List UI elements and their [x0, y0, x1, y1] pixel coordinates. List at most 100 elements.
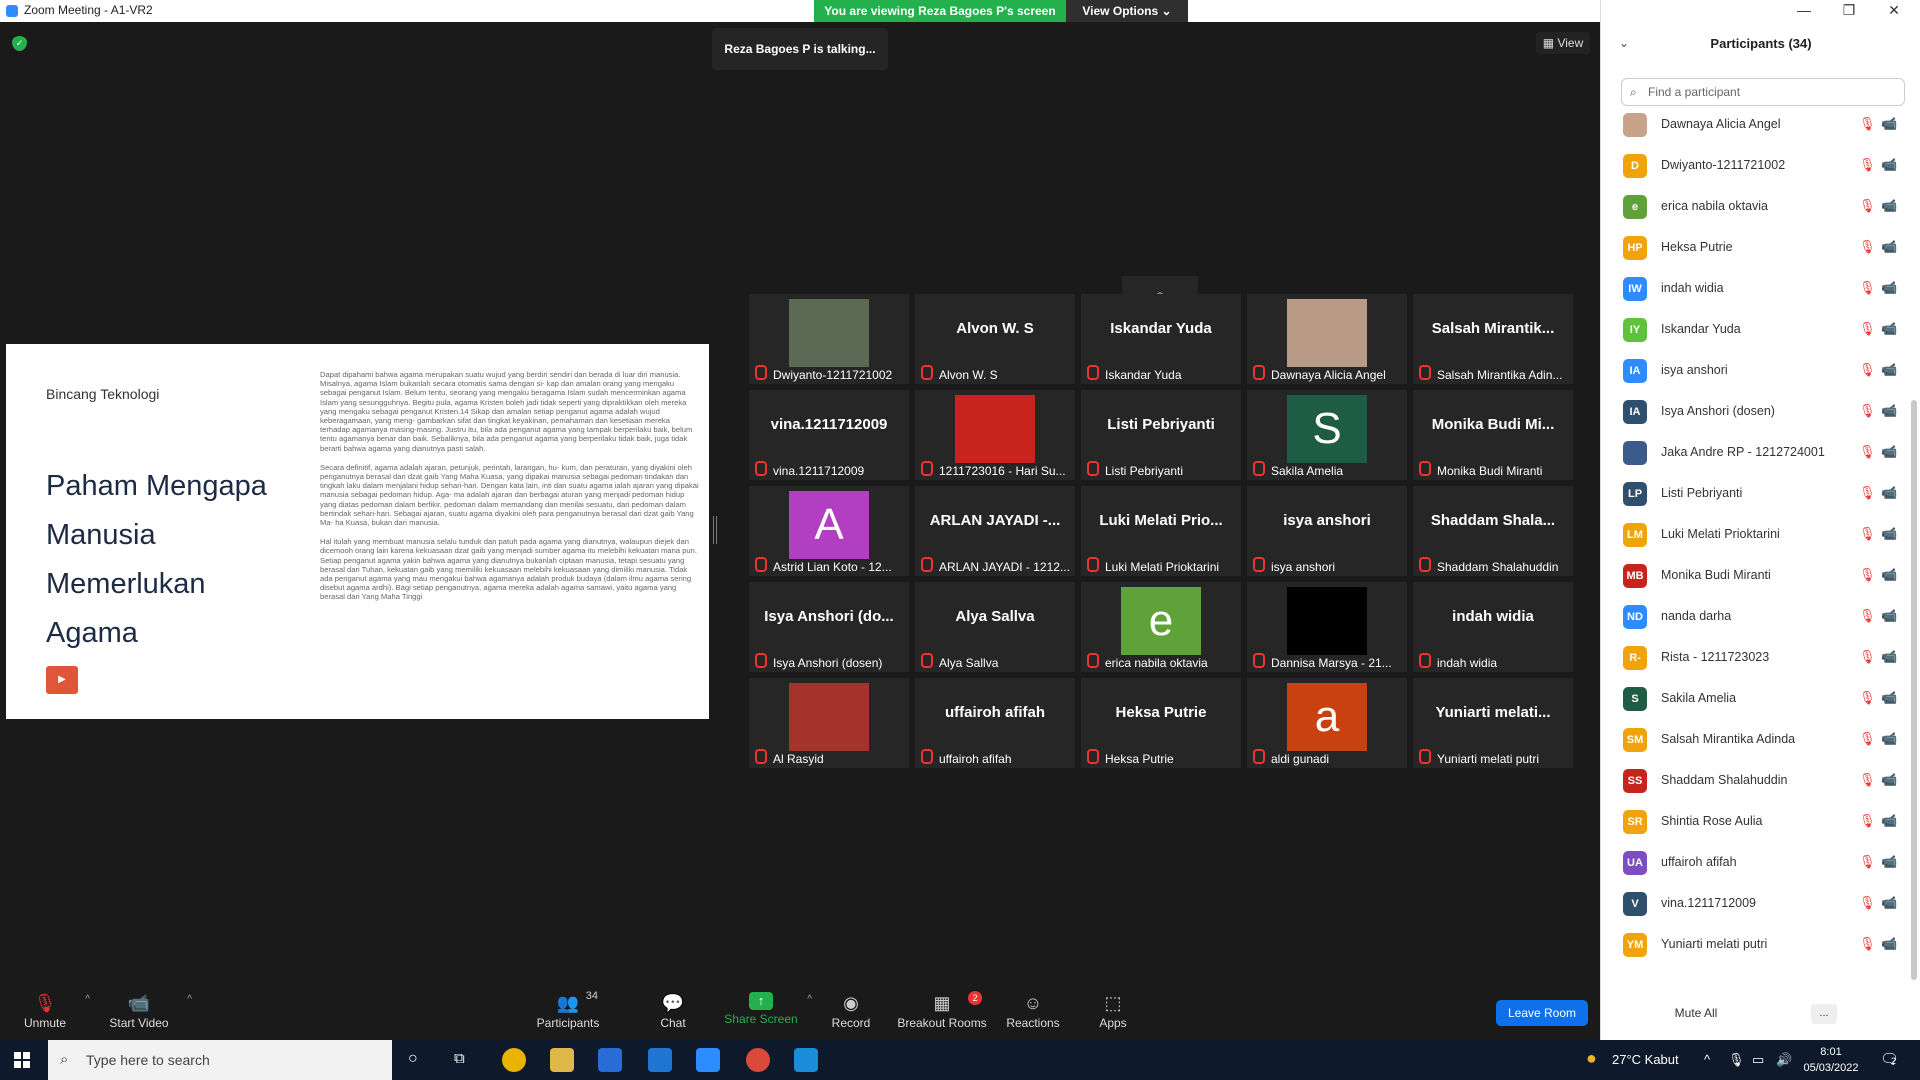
participant-row[interactable]: LP Listi Pebriyanti 🎙 📹: [1601, 473, 1907, 514]
video-tile[interactable]: Heksa Putrie Heksa Putrie: [1081, 678, 1241, 768]
audio-options-caret-icon[interactable]: ^: [85, 994, 90, 1005]
video-tile[interactable]: Salsah Mirantik... Salsah Mirantika Adin.…: [1413, 294, 1573, 384]
tile-name-label: Shaddam Shalahuddin: [1419, 557, 1569, 574]
teamviewer-icon[interactable]: [794, 1048, 818, 1072]
video-tile[interactable]: e erica nabila oktavia: [1081, 582, 1241, 672]
security-shield-icon[interactable]: ✓: [12, 36, 27, 51]
participant-row[interactable]: e erica nabila oktavia 🎙 📹: [1601, 186, 1907, 227]
share-screen-button[interactable]: ↑ Share Screen ^: [724, 986, 812, 1040]
video-tile[interactable]: ARLAN JAYADI -... ARLAN JAYADI - 1212...: [915, 486, 1075, 576]
participant-row[interactable]: SS Shaddam Shalahuddin 🎙 📹: [1601, 760, 1907, 801]
participant-row[interactable]: IW indah widia 🎙 📹: [1601, 268, 1907, 309]
split-view-handle[interactable]: [713, 516, 717, 544]
close-icon[interactable]: ✕: [1879, 2, 1909, 19]
unmute-button[interactable]: 🎙 Unmute ^: [14, 986, 90, 1040]
chrome-icon[interactable]: [502, 1048, 526, 1072]
video-tile[interactable]: Dwiyanto-1211721002: [749, 294, 909, 384]
video-tile[interactable]: Dawnaya Alicia Angel: [1247, 294, 1407, 384]
chat-button[interactable]: 💬 Chat: [650, 986, 696, 1040]
video-tile[interactable]: Dannisa Marsya - 21...: [1247, 582, 1407, 672]
participant-row[interactable]: D Dwiyanto-1211721002 🎙 📹: [1601, 145, 1907, 186]
video-tile[interactable]: A Astrid Lian Koto - 12...: [749, 486, 909, 576]
video-options-caret-icon[interactable]: ^: [187, 994, 192, 1005]
video-tile[interactable]: a aldi gunadi: [1247, 678, 1407, 768]
network-icon[interactable]: ▭: [1752, 1052, 1764, 1068]
participant-row[interactable]: UA uffairoh afifah 🎙 📹: [1601, 842, 1907, 883]
reactions-button[interactable]: ☺ Reactions: [1004, 986, 1062, 1040]
video-tile[interactable]: S Sakila Amelia: [1247, 390, 1407, 480]
participant-row[interactable]: Dawnaya Alicia Angel 🎙 📹: [1601, 104, 1907, 145]
breakout-rooms-button[interactable]: ▦ 2 Breakout Rooms: [896, 986, 988, 1040]
video-tile[interactable]: Yuniarti melati... Yuniarti melati putri: [1413, 678, 1573, 768]
video-tile[interactable]: uffairoh afifah uffairoh afifah: [915, 678, 1075, 768]
file-explorer-icon[interactable]: [550, 1048, 574, 1072]
store-icon[interactable]: [598, 1048, 622, 1072]
participants-title: Participants (34): [1710, 36, 1812, 51]
video-tile[interactable]: Alya Sallva Alya Sallva: [915, 582, 1075, 672]
tray-chevron-icon[interactable]: ^: [1704, 1052, 1710, 1067]
participant-row[interactable]: ND nanda darha 🎙 📹: [1601, 596, 1907, 637]
participant-row[interactable]: Vvina.1211712009 🎙 📹: [1601, 883, 1907, 924]
participant-row[interactable]: IY Iskandar Yuda 🎙 📹: [1601, 309, 1907, 350]
video-tile[interactable]: Al Rasyid: [749, 678, 909, 768]
zoom-taskbar-icon[interactable]: [696, 1048, 720, 1072]
participant-search-input[interactable]: ⌕ Find a participant: [1621, 78, 1905, 106]
view-options-button[interactable]: View Options ⌄: [1066, 0, 1188, 22]
participant-row[interactable]: LM Luki Melati Prioktarini 🎙 📹: [1601, 514, 1907, 555]
restore-icon[interactable]: ❐: [1834, 2, 1864, 19]
video-tile[interactable]: indah widia indah widia: [1413, 582, 1573, 672]
participant-row[interactable]: IA Isya Anshori (dosen) 🎙 📹: [1601, 391, 1907, 432]
video-tile[interactable]: Luki Melati Prio... Luki Melati Prioktari…: [1081, 486, 1241, 576]
more-options-button[interactable]: ...: [1811, 1004, 1837, 1024]
participant-row[interactable]: R- Rista - 1211723023 🎙 📹: [1601, 637, 1907, 678]
chrome-profile-icon[interactable]: [746, 1048, 770, 1072]
muted-mic-icon: 🎙: [1859, 239, 1876, 254]
participant-row[interactable]: SM Salsah Mirantika Adinda 🎙 📹: [1601, 719, 1907, 760]
participant-row[interactable]: MB Monika Budi Miranti 🎙 📹: [1601, 555, 1907, 596]
video-tile[interactable]: vina.1211712009 vina.1211712009: [749, 390, 909, 480]
video-tile[interactable]: isya anshori isya anshori: [1247, 486, 1407, 576]
participant-row[interactable]: S Sakila Amelia 🎙 📹: [1601, 678, 1907, 719]
leave-room-button[interactable]: Leave Room: [1496, 1000, 1588, 1026]
apps-button[interactable]: ⬚ Apps: [1092, 986, 1134, 1040]
participant-row[interactable]: Jaka Andre RP - 1212724001 🎙 📹: [1601, 432, 1907, 473]
participant-row[interactable]: SR Shintia Rose Aulia 🎙 📹: [1601, 801, 1907, 842]
record-button[interactable]: ◉ Record: [826, 986, 876, 1040]
participant-name: Luki Melati Prioktarini: [1661, 527, 1780, 541]
participant-avatar: LM: [1623, 523, 1647, 547]
volume-icon[interactable]: 🔊: [1776, 1052, 1792, 1068]
mail-icon[interactable]: [648, 1048, 672, 1072]
windows-start-icon[interactable]: [14, 1052, 30, 1068]
video-tile[interactable]: Monika Budi Mi... Monika Budi Miranti: [1413, 390, 1573, 480]
task-view-icon[interactable]: ⧉: [454, 1050, 465, 1067]
video-tile[interactable]: Iskandar Yuda Iskandar Yuda: [1081, 294, 1241, 384]
participants-button[interactable]: 👥 34 Participants: [530, 986, 606, 1040]
taskbar-search-input[interactable]: ⌕ Type here to search: [48, 1040, 392, 1080]
minimize-icon[interactable]: —: [1789, 2, 1819, 18]
mute-all-button[interactable]: Mute All: [1661, 1006, 1731, 1020]
participant-row[interactable]: IA isya anshori 🎙 📹: [1601, 350, 1907, 391]
breakout-rooms-label: Breakout Rooms: [897, 1016, 987, 1030]
video-tile[interactable]: Listi Pebriyanti Listi Pebriyanti: [1081, 390, 1241, 480]
participant-name: nanda darha: [1661, 609, 1732, 623]
video-off-icon: 📹: [1881, 526, 1898, 541]
windows-taskbar: ⌕ Type here to search ○ ⧉ ● 27°C Kabut ^…: [0, 1040, 1920, 1080]
cortana-icon[interactable]: ○: [408, 1050, 418, 1068]
video-tile[interactable]: Shaddam Shala... Shaddam Shalahuddin: [1413, 486, 1573, 576]
video-tile[interactable]: Alvon W. S Alvon W. S: [915, 294, 1075, 384]
video-tile[interactable]: 1211723016 - Hari Su...: [915, 390, 1075, 480]
share-options-caret-icon[interactable]: ^: [807, 994, 812, 1005]
view-layout-button[interactable]: ▦ View: [1536, 32, 1590, 54]
tile-video-image: [1287, 299, 1367, 367]
notifications-icon[interactable]: 🗨2: [1880, 1050, 1899, 1068]
start-video-button[interactable]: 📹 Start Video ^: [100, 986, 192, 1040]
participant-row[interactable]: YM Yuniarti melati putri 🎙 📹: [1601, 924, 1907, 965]
taskbar-clock[interactable]: 8:01 05/03/2022: [1796, 1044, 1866, 1076]
microphone-tray-icon[interactable]: 🎙: [1728, 1052, 1745, 1068]
muted-mic-icon: 🎙: [1859, 649, 1876, 664]
video-tile[interactable]: Isya Anshori (do... Isya Anshori (dosen): [749, 582, 909, 672]
start-video-label: Start Video: [109, 1016, 169, 1030]
participant-list-scrollbar[interactable]: [1911, 400, 1917, 980]
weather-text[interactable]: 27°C Kabut: [1612, 1052, 1679, 1067]
participant-row[interactable]: HP Heksa Putrie 🎙 📹: [1601, 227, 1907, 268]
